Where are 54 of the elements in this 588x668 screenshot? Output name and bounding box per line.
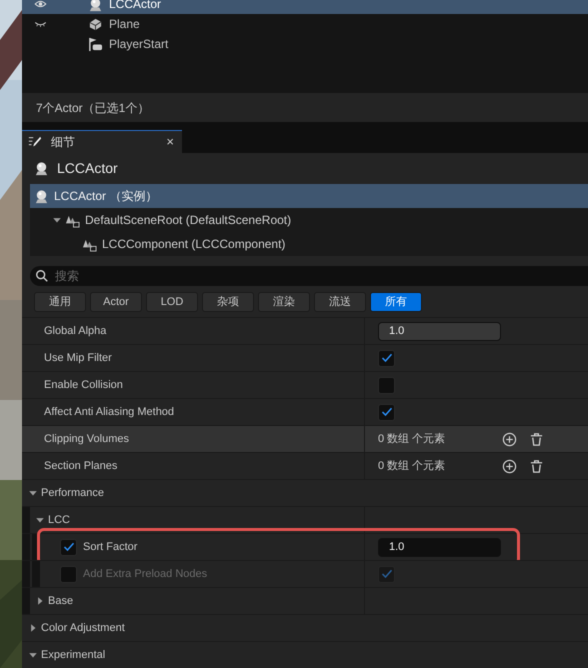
category-label: Performance <box>41 486 104 501</box>
property-label: Sort Factor <box>83 540 138 555</box>
edit-condition-checkbox[interactable] <box>60 538 77 556</box>
property-label: Global Alpha <box>44 324 106 339</box>
checkmark-icon <box>380 406 392 418</box>
filter-button[interactable]: LOD <box>146 292 198 312</box>
property-label: Add Extra Preload Nodes <box>83 566 208 582</box>
property-label: Use Mip Filter <box>44 350 112 366</box>
add-button[interactable] <box>502 432 517 446</box>
category-label: Experimental <box>41 648 106 663</box>
filter-button[interactable]: Actor <box>90 292 142 312</box>
checkmark-icon <box>380 352 392 364</box>
checkbox[interactable] <box>378 350 395 366</box>
array-count-text: 0 数组 个元素 <box>378 432 446 447</box>
outliner-row[interactable]: Plane <box>22 14 588 34</box>
number-field[interactable]: 1.0 <box>378 538 501 556</box>
search-field[interactable]: 搜索 <box>30 266 588 286</box>
sphere-actor-icon <box>88 0 103 12</box>
flag-gamepad-icon <box>88 36 103 52</box>
delete-button[interactable] <box>529 432 544 446</box>
component-row[interactable]: LCCActor （实例） <box>30 184 588 208</box>
checkbox[interactable] <box>378 376 395 394</box>
outliner-row[interactable]: PlayerStart <box>22 34 588 54</box>
property-label: Clipping Volumes <box>44 432 129 447</box>
category-label: Base <box>48 594 74 609</box>
checkmark-icon <box>380 568 392 580</box>
actor-title: LCCActor <box>57 159 118 178</box>
number-field[interactable]: 1.0 <box>378 322 501 340</box>
filter-button[interactable]: 渲染 <box>258 292 310 312</box>
sphere-actor-icon <box>34 161 49 176</box>
cube-icon <box>88 16 103 32</box>
property-label: Enable Collision <box>44 378 123 393</box>
details-tab[interactable]: 细节 × <box>22 130 182 153</box>
checkbox[interactable] <box>378 404 395 420</box>
filter-button[interactable]: 通用 <box>34 292 86 312</box>
property-label: Affect Anti Aliasing Method <box>44 404 174 420</box>
filter-button[interactable]: 杂项 <box>202 292 254 312</box>
filter-button[interactable]: 流送 <box>314 292 366 312</box>
component-row[interactable]: DefaultSceneRoot (DefaultSceneRoot) <box>30 208 588 232</box>
delete-button[interactable] <box>529 458 544 474</box>
category-label: Color Adjustment <box>41 620 125 636</box>
search-icon <box>35 269 49 283</box>
actor-count-text: 7个Actor（已选1个） <box>36 100 150 116</box>
property-label: Section Planes <box>44 458 118 474</box>
component-row[interactable]: LCCComponent (LCCComponent) <box>30 232 588 256</box>
category-label: LCC <box>48 512 70 528</box>
checkmark-icon <box>62 541 74 553</box>
add-button[interactable] <box>502 458 517 474</box>
pencil-icon <box>27 135 43 149</box>
close-button[interactable]: × <box>166 132 174 152</box>
filter-button[interactable]: 所有 <box>370 292 422 312</box>
sphere-actor-icon <box>34 188 49 204</box>
collapse-arrow-icon <box>52 215 62 225</box>
array-count-text: 0 数组 个元素 <box>378 458 446 474</box>
